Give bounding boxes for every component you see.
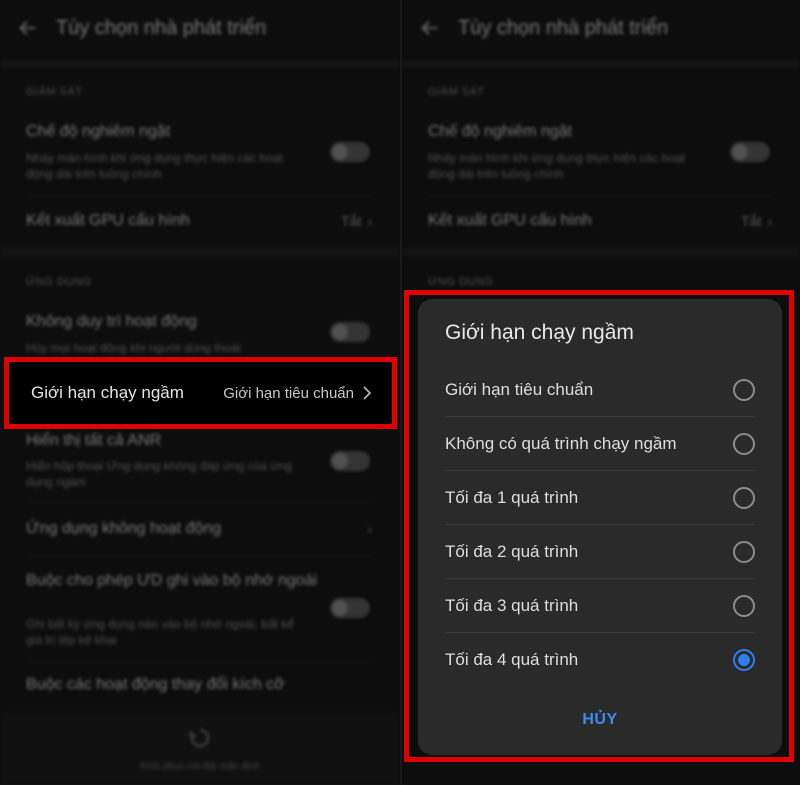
section-divider <box>402 248 800 256</box>
radio-button-selected[interactable] <box>733 649 755 671</box>
option-label: Tối đa 3 quá trình <box>445 596 579 615</box>
radio-button[interactable] <box>733 541 755 563</box>
option-label: Giới hạn tiêu chuẩn <box>445 380 594 399</box>
section-label-apps: ỨNG DỤNG <box>26 276 92 288</box>
show-anr-toggle[interactable] <box>330 451 370 471</box>
app-bar: Tùy chọn nhà phát triển <box>0 0 400 56</box>
radio-button[interactable] <box>733 433 755 455</box>
show-anr-subtitle: Hiển hộp thoại Ứng dụng không đáp ứng củ… <box>26 459 292 489</box>
chevron-right-icon: › <box>367 213 372 229</box>
option-max-4[interactable]: Tối đa 4 quá trình <box>445 633 755 687</box>
radio-button[interactable] <box>733 487 755 509</box>
option-max-1[interactable]: Tối đa 1 quá trình <box>445 471 755 525</box>
dont-keep-subtitle: Hủy mọi hoạt động khi người dùng thoát <box>26 341 241 355</box>
force-external-title[interactable]: Buộc cho phép ƯD ghi vào bộ nhớ ngoài <box>26 570 326 591</box>
back-arrow-icon[interactable] <box>0 17 56 39</box>
app-bar: Tùy chọn nhà phát triển <box>402 0 800 56</box>
gpu-render-title[interactable]: Kết xuất GPU cấu hình <box>428 212 592 230</box>
row-divider <box>428 195 772 196</box>
row-divider <box>26 662 372 663</box>
row-divider <box>26 556 372 557</box>
section-divider <box>0 60 400 68</box>
radio-button[interactable] <box>733 379 755 401</box>
background-limit-dialog: Giới hạn chạy ngầm Giới hạn tiêu chuẩn K… <box>418 299 782 755</box>
section-label-monitor: GIÁM SÁT <box>428 86 485 98</box>
radio-button[interactable] <box>733 595 755 617</box>
dont-keep-toggle[interactable] <box>330 322 370 342</box>
chevron-right-icon: › <box>367 521 372 537</box>
strict-mode-title[interactable]: Chế độ nghiêm ngặt <box>26 123 170 141</box>
cancel-button[interactable]: HỦY <box>418 711 782 729</box>
restore-defaults-label[interactable]: Khôi phục cài đặt mặc định <box>140 761 260 772</box>
page-title: Tùy chọn nhà phát triển <box>56 16 267 39</box>
option-standard-limit[interactable]: Giới hạn tiêu chuẩn <box>445 363 755 417</box>
section-divider <box>402 60 800 68</box>
option-label: Tối đa 2 quá trình <box>445 542 579 561</box>
dialog-title: Giới hạn chạy ngầm <box>445 321 634 344</box>
background-limit-value-text: Giới hạn tiêu chuẩn <box>223 384 354 402</box>
section-divider <box>0 248 400 256</box>
show-anr-title[interactable]: Hiển thị tất cả ANR <box>26 432 161 450</box>
force-external-subtitle: Ghi bất kỳ ứng dụng nào vào bộ nhớ ngoài… <box>26 617 295 647</box>
option-no-background[interactable]: Không có quá trình chạy ngầm <box>445 417 755 471</box>
gpu-render-value-text: Tắt <box>341 213 362 229</box>
inactive-apps-chevron: › <box>367 521 372 537</box>
strict-mode-toggle[interactable] <box>330 142 370 162</box>
section-label-monitor: GIÁM SÁT <box>26 86 83 98</box>
gpu-render-title[interactable]: Kết xuất GPU cấu hình <box>26 212 190 230</box>
option-max-3[interactable]: Tối đa 3 quá trình <box>445 579 755 633</box>
page-title: Tùy chọn nhà phát triển <box>458 16 669 39</box>
background-limit-title: Giới hạn chạy ngầm <box>31 383 184 402</box>
gpu-render-value-text: Tắt <box>741 213 762 229</box>
settings-panel-left: Tùy chọn nhà phát triển GIÁM SÁT Chế độ … <box>0 0 400 785</box>
force-external-toggle[interactable] <box>330 598 370 618</box>
background-limit-value: Giới hạn tiêu chuẩn <box>223 385 372 402</box>
strict-mode-subtitle: Nháy màn hình khi ứng dụng thực hiện các… <box>428 151 685 181</box>
strict-mode-subtitle: Nháy màn hình khi ứng dụng thực hiện các… <box>26 151 283 181</box>
row-divider <box>26 502 372 503</box>
back-arrow-icon[interactable] <box>402 17 458 39</box>
option-label: Không có quá trình chạy ngầm <box>445 434 677 453</box>
dont-keep-title[interactable]: Không duy trì hoạt động <box>26 313 197 331</box>
option-max-2[interactable]: Tối đa 2 quá trình <box>445 525 755 579</box>
option-label: Tối đa 1 quá trình <box>445 488 579 507</box>
option-label: Tối đa 4 quá trình <box>445 650 579 669</box>
background-limit-row[interactable]: Giới hạn chạy ngầm Giới hạn tiêu chuẩn <box>4 357 397 429</box>
force-resizable-title[interactable]: Buộc các hoạt động thay đổi kích cỡ <box>26 674 326 695</box>
inactive-apps-title[interactable]: Ứng dụng không hoạt động <box>26 520 221 538</box>
row-divider <box>26 195 372 196</box>
section-label-apps: ỨNG DỤNG <box>428 276 494 288</box>
gpu-render-value: Tắt › <box>741 213 772 229</box>
chevron-right-icon <box>363 386 372 400</box>
chevron-right-icon: › <box>767 213 772 229</box>
strict-mode-title[interactable]: Chế độ nghiêm ngặt <box>428 123 572 141</box>
strict-mode-toggle[interactable] <box>730 142 770 162</box>
restore-icon[interactable] <box>188 726 212 755</box>
bottom-action-bar: Khôi phục cài đặt mặc định <box>0 713 400 785</box>
gpu-render-value: Tắt › <box>341 213 372 229</box>
